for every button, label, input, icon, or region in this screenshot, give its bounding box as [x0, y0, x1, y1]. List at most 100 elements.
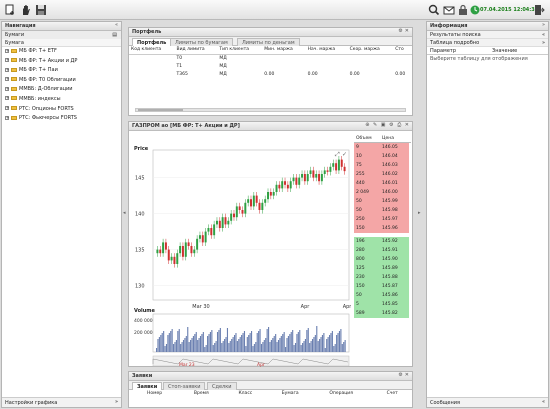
portfolio-column-header[interactable]: Тип клиента [217, 46, 262, 55]
scrollbar-thumb[interactable] [138, 109, 183, 111]
left-splitter-arrow[interactable]: ◂ [123, 210, 126, 216]
tree-item[interactable]: + ММВБ: индексы [2, 95, 121, 105]
bid-row[interactable]: 125 145.89 [354, 264, 409, 273]
messages-bar[interactable]: Сообщения « [427, 397, 548, 407]
ask-row[interactable]: 250 145.97 [354, 215, 409, 224]
expand-messages-icon[interactable]: « [542, 399, 545, 405]
portfolio-column-header[interactable]: Скор. маржа [348, 46, 394, 55]
price-chart[interactable]: Price 130 135 140 145 ⤢✓ Mar 30 Apr Apr 07 Volume… [131, 132, 351, 368]
tree-item[interactable]: + МБ ФР: Т+ ETF [2, 47, 121, 57]
bid-row[interactable]: 5 145.85 [354, 300, 409, 309]
portfolio-column-header[interactable]: Код клиента [129, 46, 175, 55]
expand-node-icon[interactable]: + [5, 115, 9, 120]
exit-icon[interactable] [533, 4, 545, 16]
navigation-section[interactable]: Бумаги ▤ [2, 31, 121, 39]
tree-item[interactable]: + РТС: Фьючерсы FORTS [2, 114, 121, 124]
settings-chart-icon[interactable]: ⚙ [389, 122, 393, 128]
expand-node-icon[interactable]: + [5, 67, 9, 72]
candle-body [337, 159, 340, 171]
volume-bar [158, 337, 160, 352]
bid-row[interactable]: 230 145.88 [354, 273, 409, 282]
volume-bar [197, 340, 199, 352]
collapse-left-icon[interactable]: « [115, 22, 118, 28]
print-icon[interactable]: ⎙ [397, 122, 401, 128]
hand-icon[interactable] [20, 4, 32, 16]
collapse-detail-icon[interactable]: » [542, 39, 545, 46]
volume-bar [294, 343, 297, 352]
expand-node-icon[interactable]: + [5, 96, 9, 101]
bid-row[interactable]: 589 145.82 [354, 309, 409, 318]
bid-row[interactable]: 196 145.92 [354, 237, 409, 246]
portfolio-column-header[interactable]: Вид лимита [175, 46, 218, 55]
lock-chart-icon[interactable]: ▣ [381, 122, 386, 128]
right-splitter-arrow[interactable]: ▸ [418, 210, 421, 216]
close-chart-icon[interactable]: ✕ [405, 122, 409, 128]
settings-orders-icon[interactable]: ⚙ [398, 372, 402, 378]
orders-column-header[interactable]: Счет [373, 390, 412, 398]
orders-column-header[interactable]: Класс [224, 390, 267, 398]
ask-row[interactable]: 440 146.01 [354, 179, 409, 188]
expand-icon[interactable]: » [115, 399, 118, 405]
orders-column-header[interactable]: Номер [129, 390, 180, 398]
bid-row[interactable]: 280 145.91 [354, 246, 409, 255]
portfolio-column-header[interactable]: Сто [393, 46, 412, 55]
expand-node-icon[interactable]: + [5, 77, 9, 82]
ask-row[interactable]: 2 049 146.00 [354, 188, 409, 197]
ask-row[interactable]: 9 146.05 [354, 143, 409, 152]
table-row[interactable]: T1 МД [129, 63, 412, 71]
settings-icon[interactable]: ⚙ [398, 28, 402, 34]
bid-row[interactable]: 800 145.90 [354, 255, 409, 264]
volume-bar [313, 337, 315, 352]
orders-column-header[interactable]: Операция [315, 390, 372, 398]
price-column-header[interactable]: Цена [382, 134, 394, 143]
server-clock: 07.04.2015 12:04:30 [480, 7, 539, 13]
chart-header: ГАЗПРОМ ао [МБ ФР: Т+ Акции и ДР] ⊕ ✎ ▣ … [129, 122, 412, 131]
table-row[interactable]: T365 МД 0.00 0.00 0.00 0.00 [129, 71, 412, 79]
ask-row[interactable]: 10 146.04 [354, 152, 409, 161]
bid-row[interactable]: 150 145.87 [354, 282, 409, 291]
save-icon[interactable] [35, 4, 47, 16]
portfolio-column-header[interactable]: Мин. маржа [262, 46, 305, 55]
zoom-icon[interactable]: ⊕ [365, 122, 369, 128]
tab-portfolio[interactable]: Портфель [132, 38, 172, 46]
mail-icon[interactable] [443, 4, 455, 16]
tree-item[interactable]: + МБ ФР: Т0 Облигации [2, 76, 121, 86]
orders-column-header[interactable]: Бумага [268, 390, 316, 398]
horizontal-scrollbar[interactable] [135, 108, 406, 112]
close-orders-icon[interactable]: ✕ [405, 372, 409, 378]
bid-row[interactable]: 50 145.86 [354, 291, 409, 300]
expand-search-icon[interactable]: « [542, 31, 545, 38]
chart-settings-bar[interactable]: Настройки графика » [2, 397, 121, 407]
lock-icon[interactable] [457, 4, 469, 16]
tab-trades[interactable]: Сделки [207, 382, 237, 390]
tab-orders[interactable]: Заявки [132, 382, 163, 390]
tree-item[interactable]: + МБ ФР: Т+ Паи [2, 66, 121, 76]
close-icon[interactable]: ✕ [405, 28, 409, 34]
collapse-right-icon[interactable]: » [542, 22, 545, 28]
expand-node-icon[interactable]: + [5, 106, 9, 111]
search-results-item[interactable]: Результаты поиска « [427, 31, 548, 39]
tab-money-limits[interactable]: Лимиты по деньгам [237, 38, 300, 46]
ask-row[interactable]: 50 145.98 [354, 206, 409, 215]
expand-node-icon[interactable]: + [5, 86, 9, 91]
ask-row[interactable]: 150 145.96 [354, 224, 409, 233]
ask-row[interactable]: 75 146.03 [354, 161, 409, 170]
ask-row[interactable]: 50 145.99 [354, 197, 409, 206]
pin-icon[interactable]: ✎ [373, 122, 377, 128]
tree-item[interactable]: + РТС: Опционы FORTS [2, 105, 121, 115]
volume-column-header[interactable]: Объем [356, 134, 372, 143]
portfolio-column-header[interactable]: Нач. маржа [306, 46, 348, 55]
file-icon[interactable]: ▤ [112, 31, 117, 39]
expand-node-icon[interactable]: + [5, 58, 9, 63]
detail-table-item[interactable]: Таблица подробно » [427, 39, 548, 47]
tree-item[interactable]: + ММВБ: Д-Облигации [2, 85, 121, 95]
table-row[interactable]: T0 МД [129, 55, 412, 64]
tab-security-limits[interactable]: Лимиты по бумагам [170, 38, 233, 46]
orders-column-header[interactable]: Время [180, 390, 225, 398]
new-document-icon[interactable] [4, 4, 16, 16]
expand-node-icon[interactable]: + [5, 48, 9, 53]
tab-stop-orders[interactable]: Стоп-заявки [163, 382, 206, 390]
ask-row[interactable]: 255 146.02 [354, 170, 409, 179]
search-icon[interactable] [428, 4, 440, 16]
tree-item[interactable]: + МБ ФР: Т+ Акции и ДР [2, 57, 121, 67]
